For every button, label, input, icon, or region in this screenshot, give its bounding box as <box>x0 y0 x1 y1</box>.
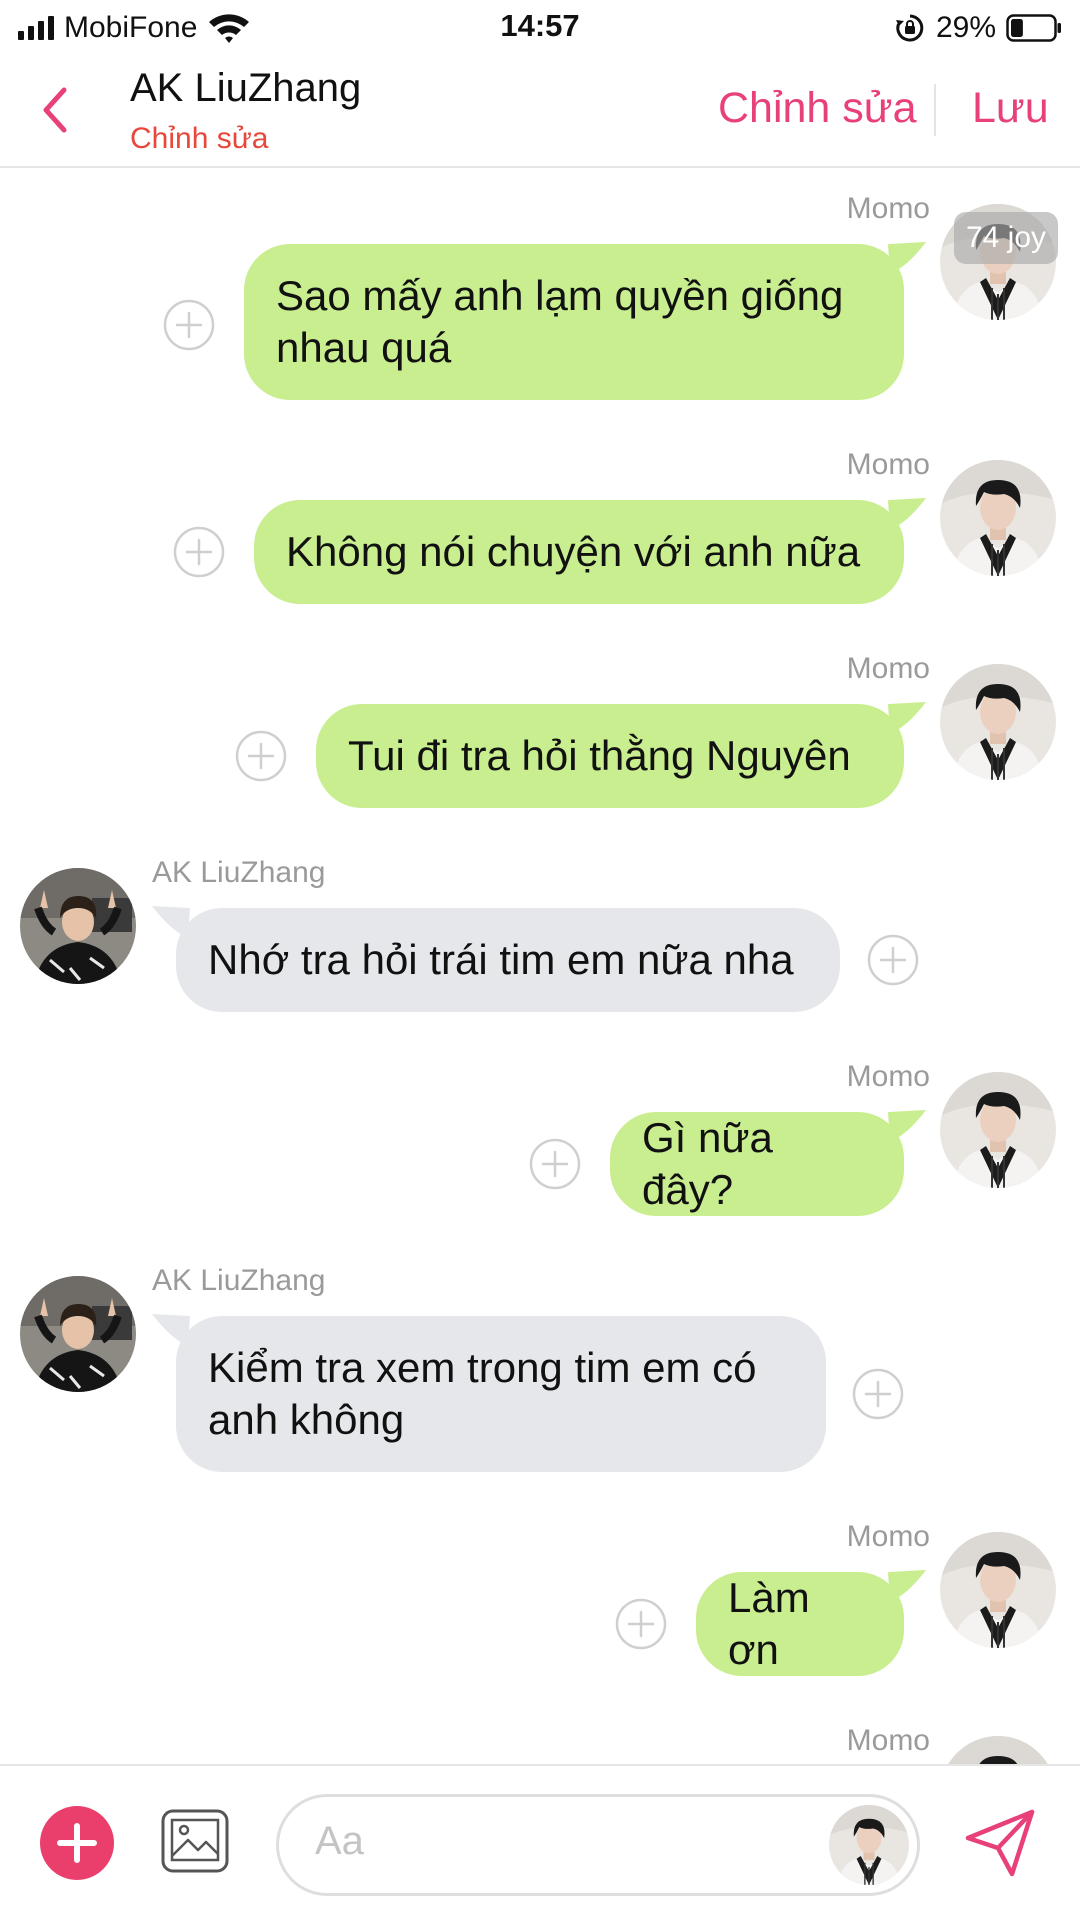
message-text-line: Sao mấy anh lạm quyền giống <box>276 272 844 319</box>
message-row: Momo <box>0 1724 1080 1764</box>
add-reaction-icon[interactable] <box>234 729 288 783</box>
message-row: AK LiuZhang Kiểm tra xem trong tim em có… <box>0 1264 1080 1472</box>
contact-name: AK LiuZhang <box>130 66 362 110</box>
message-text-line: Tui đi tra hỏi thằng Nguyên <box>348 732 851 779</box>
bubble-tail <box>888 1110 926 1142</box>
message-input-placeholder: Aa <box>315 1819 364 1863</box>
message-row: Momo 74 joy Sao mấy anh lạm quyền giống … <box>0 192 1080 400</box>
message-row: Momo Tui đi tra hỏi thằng Nguyên <box>0 652 1080 808</box>
bubble-tail <box>888 242 926 274</box>
avatar[interactable] <box>940 664 1056 780</box>
message-bubble[interactable]: Không nói chuyện với anh nữa <box>254 500 904 604</box>
battery-icon <box>1006 14 1061 42</box>
message-text-line: anh không <box>208 1396 405 1443</box>
sender-name: Momo <box>846 1060 930 1093</box>
rotation-lock-icon <box>895 14 924 42</box>
add-reaction-icon[interactable] <box>851 1367 905 1421</box>
sender-name: AK LiuZhang <box>152 1264 326 1297</box>
message-text-line: nhau quá <box>276 324 452 371</box>
bubble-tail <box>152 1314 190 1346</box>
avatar[interactable] <box>940 1072 1056 1188</box>
message-bubble[interactable]: Nhớ tra hỏi trái tim em nữa nha <box>176 908 840 1012</box>
battery-percentage: 29% <box>935 11 996 44</box>
message-text-line: Không nói chuyện với anh nữa <box>286 528 861 575</box>
message-bubble[interactable]: Gì nữa đây? <box>610 1112 904 1216</box>
plus-icon <box>57 1823 97 1863</box>
message-input[interactable]: Aa <box>276 1794 920 1896</box>
edit-button[interactable]: Chỉnh sửa <box>718 84 917 133</box>
save-button[interactable]: Lưu <box>972 84 1049 133</box>
add-reaction-icon[interactable] <box>162 298 216 352</box>
message-text-line: Kiểm tra xem trong tim em có <box>208 1344 757 1391</box>
avatar[interactable] <box>940 1532 1056 1648</box>
message-bubble[interactable]: Kiểm tra xem trong tim em có anh không <box>176 1316 826 1472</box>
bubble-tail <box>888 702 926 734</box>
message-text-line: Nhớ tra hỏi trái tim em nữa nha <box>208 936 794 983</box>
sender-name: AK LiuZhang <box>152 856 326 889</box>
status-right: 29% <box>894 8 1062 48</box>
avatar[interactable] <box>940 1736 1056 1764</box>
chat-header: AK LiuZhang Chỉnh sửa Chỉnh sửa Lưu <box>0 56 1080 168</box>
add-reaction-icon[interactable] <box>528 1137 582 1191</box>
composer-bar: Aa <box>0 1764 1080 1922</box>
add-button[interactable] <box>40 1806 114 1880</box>
add-reaction-icon[interactable] <box>172 525 226 579</box>
back-chevron-icon[interactable] <box>36 82 76 138</box>
joy-badge: 74 joy <box>954 212 1058 264</box>
image-picker-icon[interactable] <box>160 1808 230 1874</box>
contact-subtitle[interactable]: Chỉnh sửa <box>130 122 269 156</box>
add-reaction-icon[interactable] <box>866 933 920 987</box>
avatar[interactable] <box>20 1276 136 1392</box>
message-row: Momo Không nói chuyện với anh nữa <box>0 448 1080 604</box>
message-list[interactable]: Momo 74 joy Sao mấy anh lạm quyền giống … <box>0 168 1080 1764</box>
add-reaction-icon[interactable] <box>614 1597 668 1651</box>
avatar[interactable] <box>940 460 1056 576</box>
sender-name: Momo <box>846 1520 930 1553</box>
message-row: Momo Làm ơn <box>0 1520 1080 1676</box>
message-bubble[interactable]: Tui đi tra hỏi thằng Nguyên <box>316 704 904 808</box>
header-divider <box>934 84 936 136</box>
avatar[interactable] <box>20 868 136 984</box>
sender-name: Momo <box>846 652 930 685</box>
sender-name: Momo <box>846 192 930 225</box>
message-bubble[interactable]: Sao mấy anh lạm quyền giống nhau quá <box>244 244 904 400</box>
message-row: Momo Gì nữa đây? <box>0 1060 1080 1216</box>
status-bar: MobiFone 14:57 29% <box>0 0 1080 56</box>
bubble-tail <box>888 1570 926 1602</box>
message-row: AK LiuZhang Nhớ tra hỏi trái tim em nữa … <box>0 856 1080 1012</box>
message-text-line: Làm ơn <box>728 1574 810 1673</box>
bubble-tail <box>888 498 926 530</box>
sender-name: Momo <box>846 1724 930 1757</box>
send-icon[interactable] <box>962 1804 1038 1880</box>
message-text-line: Gì nữa đây? <box>642 1114 773 1213</box>
sender-name: Momo <box>846 448 930 481</box>
message-bubble[interactable]: Làm ơn <box>696 1572 904 1676</box>
bubble-tail <box>152 906 190 938</box>
sender-avatar-toggle[interactable] <box>829 1805 909 1885</box>
